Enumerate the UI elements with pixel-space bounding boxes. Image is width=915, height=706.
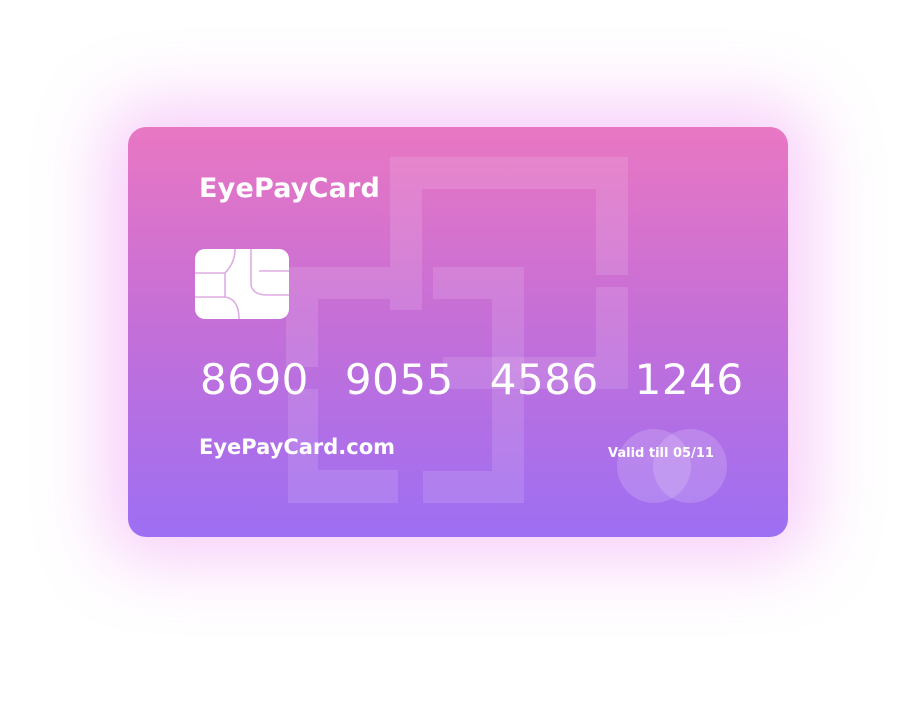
card-expiry: Valid till 05/11	[608, 446, 714, 461]
card-brand-name: EyePayCard	[199, 173, 381, 204]
card-number-group: 8690	[200, 355, 309, 404]
credit-card: EyePayCard 8690 9055 4586 1246 EyePayCar…	[128, 127, 788, 537]
page-background: EyePayCard 8690 9055 4586 1246 EyePayCar…	[0, 0, 915, 706]
card-number: 8690 9055 4586 1246	[200, 355, 744, 404]
card-number-group: 1246	[634, 355, 744, 404]
card-network-logo	[617, 429, 727, 503]
chip-icon	[195, 249, 289, 319]
card-website: EyePayCard.com	[199, 435, 396, 459]
card-number-group: 4586	[489, 355, 599, 404]
card-number-group: 9055	[344, 355, 454, 404]
